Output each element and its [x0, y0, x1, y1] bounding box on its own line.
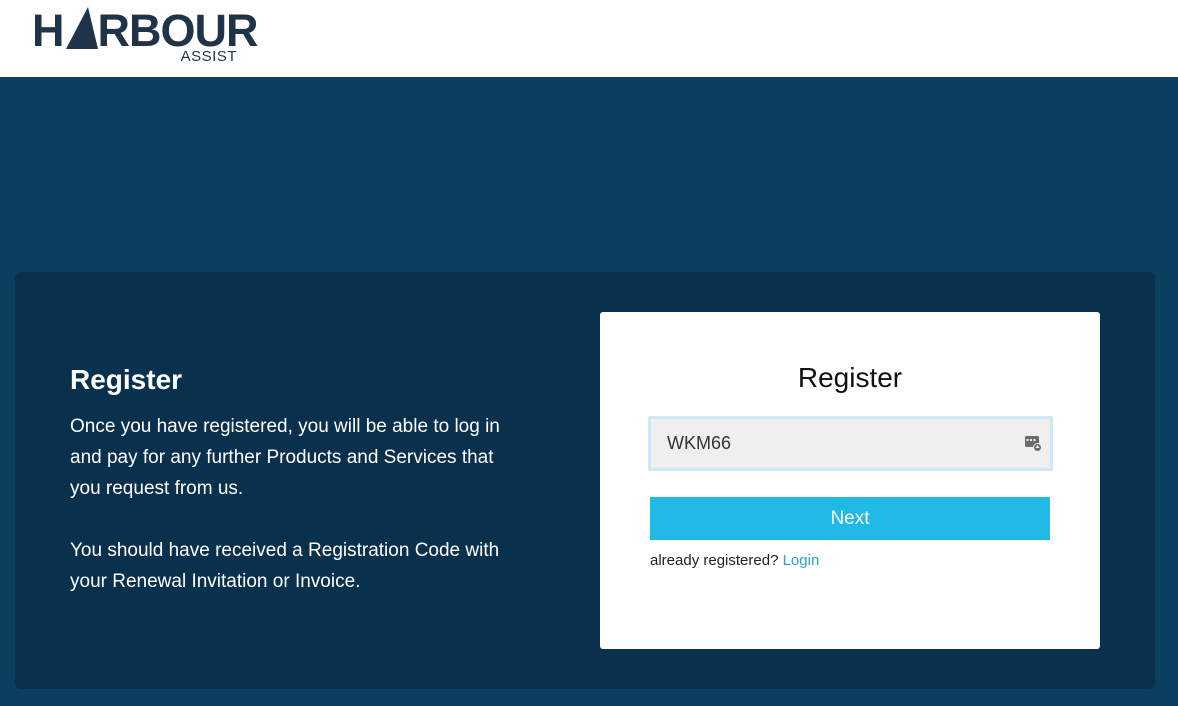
- info-title: Register: [70, 364, 183, 395]
- already-registered-text: already registered?: [650, 552, 779, 569]
- logo-letter-h: H: [32, 5, 64, 56]
- logo-subtitle: ASSIST: [180, 48, 237, 65]
- sail-icon: [65, 7, 98, 49]
- next-button[interactable]: Next: [650, 497, 1050, 540]
- autofill-card-icon[interactable]: [1024, 434, 1042, 452]
- info-paragraph-login: Once you have registered, you will be ab…: [70, 416, 500, 499]
- site-header: H RBOUR ASSIST: [0, 0, 1178, 77]
- registration-code-input[interactable]: [648, 416, 1053, 471]
- register-card-title: Register: [797, 362, 903, 393]
- harbour-assist-logo[interactable]: H RBOUR ASSIST: [32, 4, 259, 68]
- login-link[interactable]: Login: [783, 552, 820, 569]
- login-prompt: already registered? Login: [650, 550, 819, 572]
- info-paragraph-registration-code: You should have received a Registration …: [70, 540, 500, 592]
